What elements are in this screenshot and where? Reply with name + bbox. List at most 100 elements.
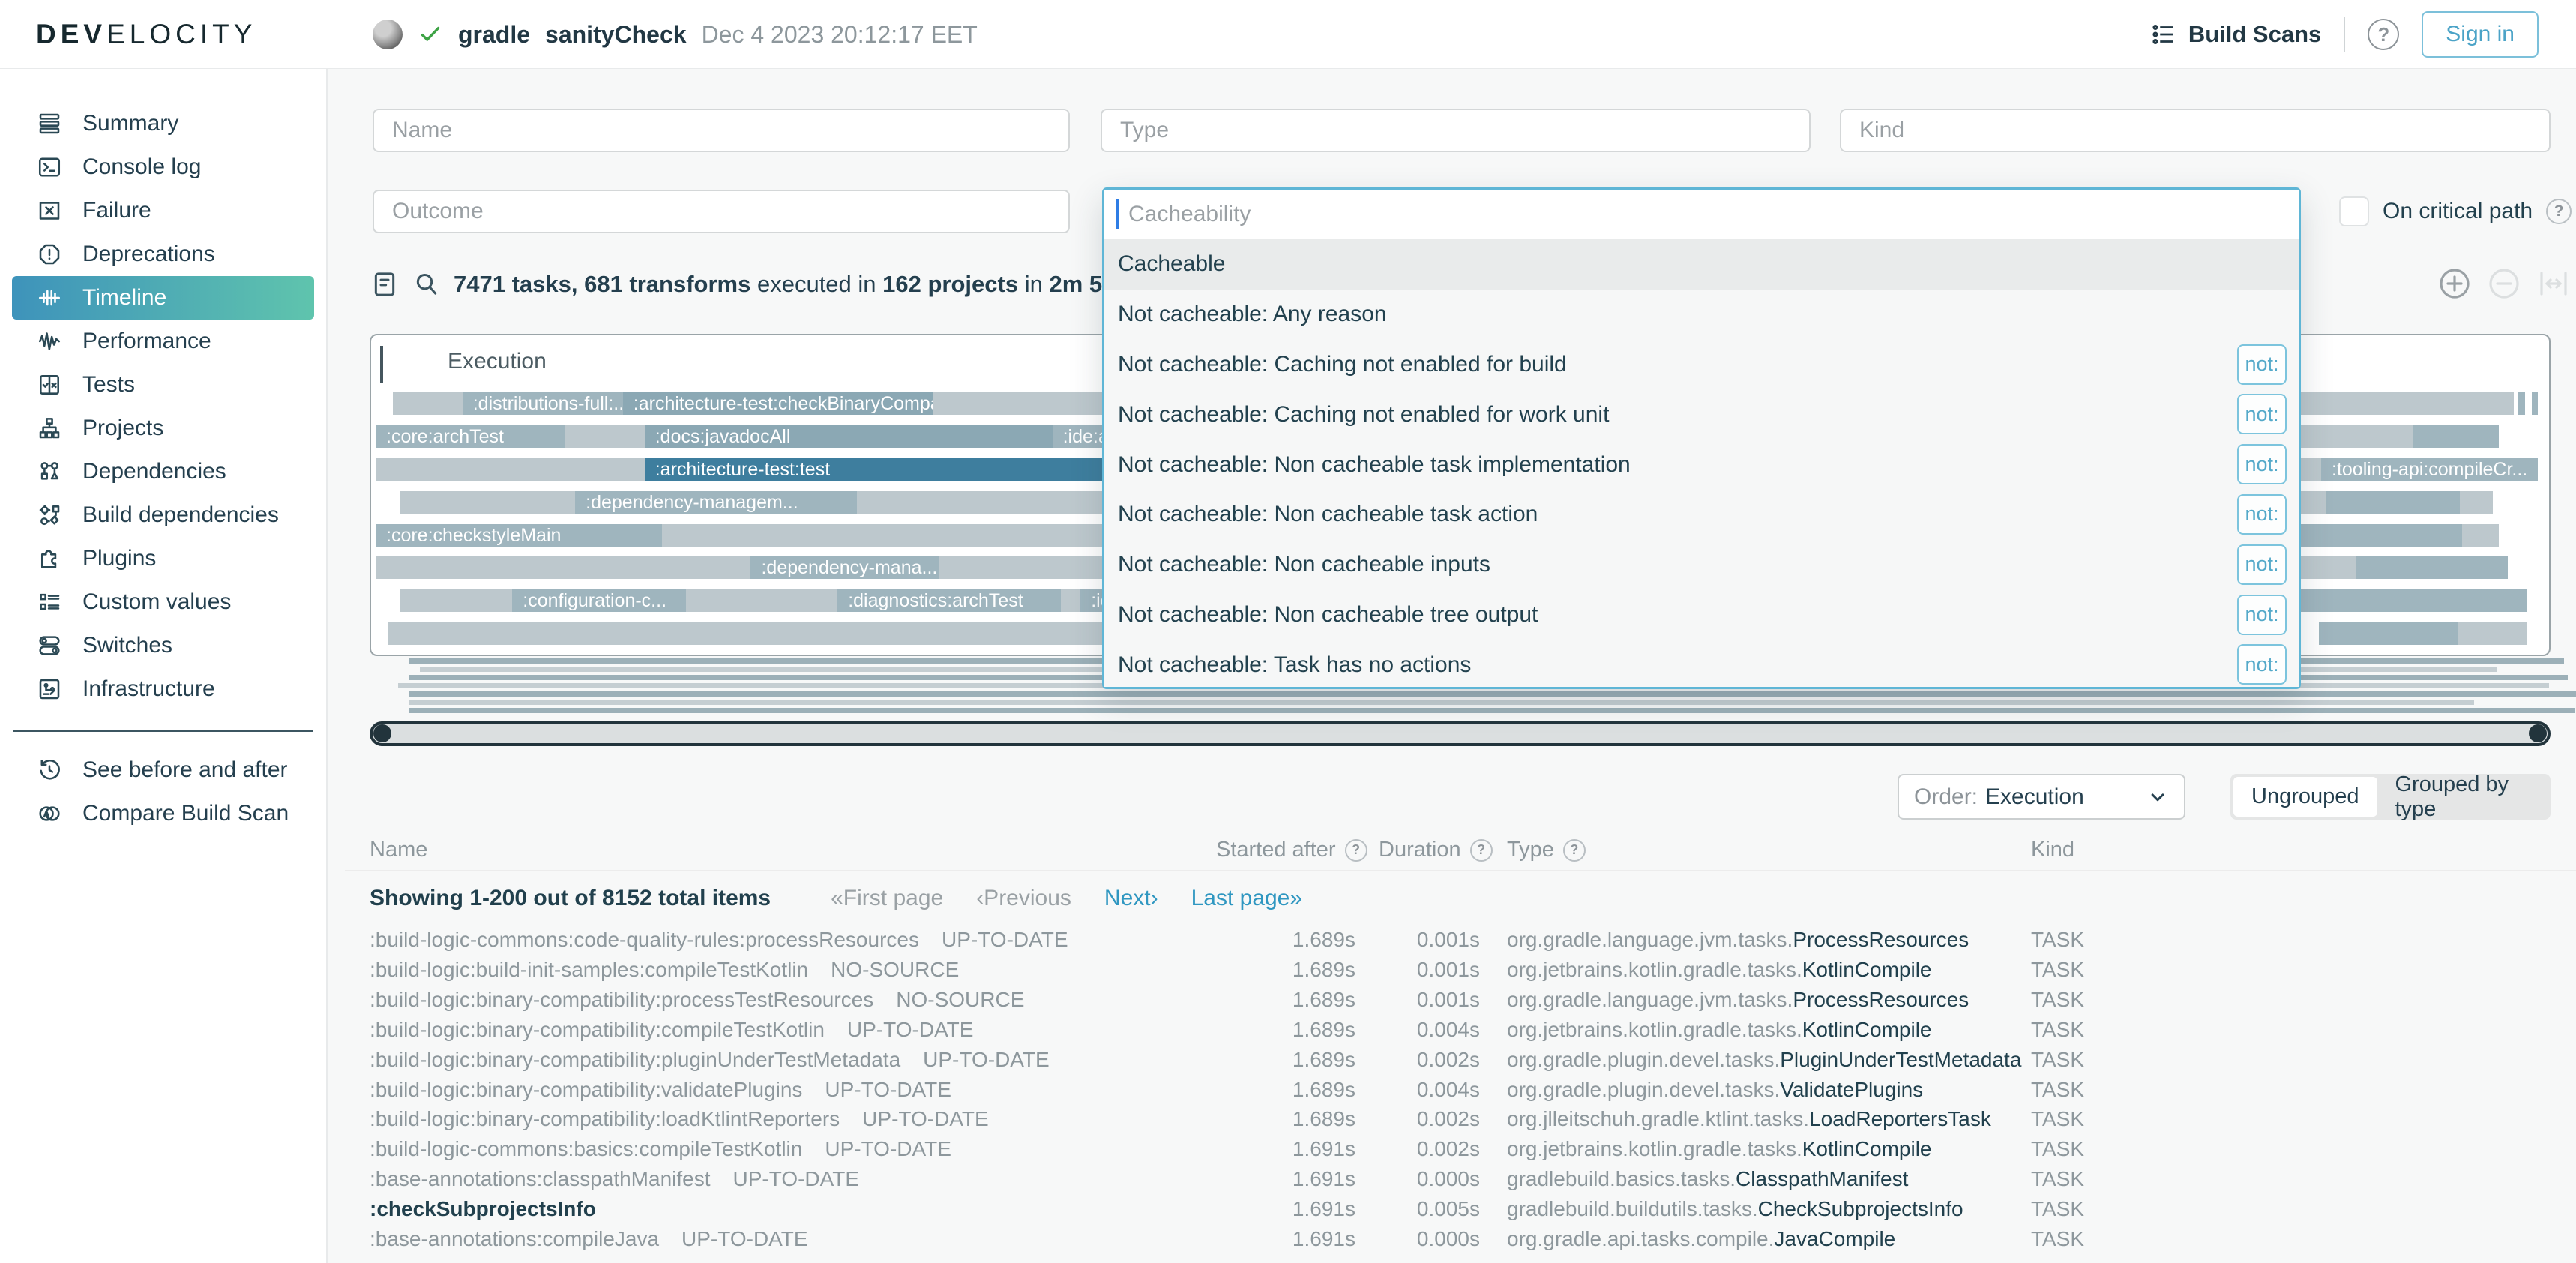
cacheability-option[interactable]: Not cacheable: Task has no actionsnot: — [1104, 640, 2299, 690]
table-row[interactable]: :base-annotations:compileJavaUP-TO-DATE1… — [0, 1224, 2576, 1254]
not-filter-button[interactable]: not: — [2237, 394, 2287, 434]
sidebar-item-timeline[interactable]: Timeline — [12, 276, 314, 320]
timeline-bar-segment[interactable] — [1061, 590, 1080, 612]
sidebar-action-see-before-and-after[interactable]: See before and after — [0, 748, 326, 792]
critical-path-help-icon[interactable]: ? — [2546, 199, 2572, 224]
table-row[interactable]: :build-logic:build-init-samples:compileT… — [0, 955, 2576, 985]
timeline-task-bar[interactable]: :dependency-mana... — [750, 556, 939, 579]
table-row[interactable]: :build-logic:binary-compatibility:valida… — [0, 1075, 2576, 1105]
timeline-task-bar[interactable]: :dependency-managem... — [575, 491, 857, 514]
build-scans-button[interactable]: Build Scans — [2149, 20, 2321, 49]
sign-in-button[interactable]: Sign in — [2422, 11, 2539, 58]
first-page-link[interactable]: «First page — [831, 886, 943, 911]
grouped-by-type-tab[interactable]: Grouped by type — [2377, 777, 2548, 817]
timeline-bar-segment[interactable] — [565, 425, 645, 448]
last-page-link[interactable]: Last page» — [1191, 886, 1302, 911]
timeline-task-bar[interactable]: :architecture-test:checkBinaryCompati... — [623, 392, 933, 415]
sidebar-item-infrastructure[interactable]: Infrastructure — [0, 668, 326, 711]
help-icon[interactable]: ? — [2368, 19, 2399, 50]
scrollbar-left-handle[interactable] — [373, 724, 391, 742]
timeline-task-bar[interactable]: :ide- — [1080, 590, 1102, 612]
timeline-bar-segment[interactable] — [2319, 622, 2458, 645]
sidebar-item-deprecations[interactable]: Deprecations — [0, 232, 326, 276]
table-row[interactable]: :build-logic:binary-compatibility:compil… — [0, 1015, 2576, 1045]
table-row[interactable]: :build-logic-commons:basics:compileTestK… — [0, 1134, 2576, 1164]
table-row[interactable]: :build-logic:binary-compatibility:proces… — [0, 985, 2576, 1015]
on-critical-path-checkbox[interactable] — [2339, 196, 2369, 226]
started-after-help-icon[interactable]: ? — [1345, 839, 1367, 862]
sidebar-item-tests[interactable]: Tests — [0, 363, 326, 406]
timeline-bar-segment[interactable] — [2460, 491, 2492, 514]
sidebar-item-plugins[interactable]: Plugins — [0, 537, 326, 580]
timeline-bar-segment[interactable] — [376, 556, 750, 579]
not-filter-button[interactable]: not: — [2237, 344, 2287, 385]
sidebar-item-performance[interactable]: Performance — [0, 320, 326, 363]
cacheability-option[interactable]: Cacheable — [1104, 239, 2299, 290]
cacheability-option[interactable]: Not cacheable: Non cacheable inputsnot: — [1104, 540, 2299, 590]
cacheability-option[interactable]: Not cacheable: Caching not enabled for b… — [1104, 340, 2299, 390]
not-filter-button[interactable]: not: — [2237, 644, 2287, 685]
table-row[interactable]: :build-logic:binary-compatibility:loadKt… — [0, 1104, 2576, 1134]
timeline-task-bar[interactable]: :tooling-api:compileCr... — [2321, 458, 2538, 481]
table-row[interactable]: :checkSubprojectsInfo1.691s0.005sgradleb… — [0, 1194, 2576, 1224]
filter-type-input[interactable] — [1101, 109, 1811, 152]
timeline-bar-segment[interactable] — [400, 491, 575, 514]
table-row[interactable]: :build-logic:binary-compatibility:plugin… — [0, 1045, 2576, 1075]
timeline-task-bar[interactable]: :docs:javadocAll — [645, 425, 1053, 448]
sidebar-item-build-dependencies[interactable]: Build dependencies — [0, 494, 326, 537]
sidebar-item-custom-values[interactable]: Custom values — [0, 580, 326, 624]
timeline-task-bar[interactable]: :architecture-test:test — [645, 458, 1102, 481]
cacheability-option[interactable]: Not cacheable: Caching not enabled for w… — [1104, 389, 2299, 440]
sidebar-item-console-log[interactable]: Console log — [0, 146, 326, 189]
zoom-in-icon[interactable] — [2437, 266, 2473, 302]
table-row[interactable]: :build-logic-commons:code-quality-rules:… — [0, 925, 2576, 955]
timeline-task-bar[interactable]: :core:checkstyleMain — [376, 524, 662, 547]
timeline-task-bar[interactable]: :ide:arc — [1053, 425, 1103, 448]
timeline-task-bar[interactable]: :diagnostics:archTest — [837, 590, 1061, 612]
timeline-bar-segment[interactable] — [393, 392, 463, 415]
timeline-bar-segment[interactable] — [2413, 425, 2500, 448]
cacheability-option[interactable]: Not cacheable: Non cacheable task implem… — [1104, 440, 2299, 490]
timeline-bar-segment[interactable] — [376, 458, 645, 481]
cacheability-option[interactable]: Not cacheable: Non cacheable tree output… — [1104, 590, 2299, 640]
next-page-link[interactable]: Next› — [1104, 886, 1158, 911]
timeline-task-bar[interactable]: :core:archTest — [376, 425, 565, 448]
timeline-bar-segment[interactable] — [2532, 392, 2539, 415]
duration-help-icon[interactable]: ? — [1470, 839, 1493, 862]
sidebar-item-switches[interactable]: Switches — [0, 624, 326, 668]
filter-name-input[interactable] — [373, 109, 1070, 152]
timeline-bar-segment[interactable] — [2458, 622, 2527, 645]
sidebar-item-summary[interactable]: Summary — [0, 102, 326, 146]
filter-kind-input[interactable] — [1840, 109, 2551, 152]
timeline-bar-segment[interactable] — [2518, 392, 2525, 415]
timeline-bar-segment[interactable] — [686, 590, 838, 612]
order-select[interactable]: Order: Execution — [1898, 774, 2185, 820]
filter-outcome-input[interactable] — [373, 190, 1070, 233]
not-filter-button[interactable]: not: — [2237, 494, 2287, 535]
not-filter-button[interactable]: not: — [2237, 544, 2287, 585]
timeline-bar-segment[interactable] — [400, 590, 512, 612]
table-row[interactable]: :base-annotations:classpathManifestUP-TO… — [0, 1164, 2576, 1194]
timeline-bar-segment[interactable] — [2326, 491, 2460, 514]
timeline-bar-segment[interactable] — [2297, 590, 2527, 612]
cacheability-option[interactable]: Not cacheable: Any reason — [1104, 290, 2299, 340]
timeline-task-bar[interactable]: :configuration-c... — [512, 590, 685, 612]
cacheability-input[interactable]: Cacheability — [1104, 190, 2299, 239]
timeline-scrollbar[interactable] — [370, 722, 2551, 746]
zoom-fit-icon[interactable] — [2536, 266, 2572, 302]
timeline-bar-segment[interactable] — [2356, 556, 2508, 579]
sidebar-action-compare-build-scan[interactable]: Compare Build Scan — [0, 792, 326, 836]
sidebar-item-dependencies[interactable]: Dependencies — [0, 450, 326, 494]
previous-page-link[interactable]: ‹Previous — [976, 886, 1071, 911]
timeline-task-bar[interactable]: :distributions-full:... — [463, 392, 623, 415]
ungrouped-tab[interactable]: Ungrouped — [2233, 777, 2377, 817]
not-filter-button[interactable]: not: — [2237, 444, 2287, 484]
timeline-bar-segment[interactable] — [2297, 524, 2462, 547]
zoom-out-icon[interactable] — [2486, 266, 2522, 302]
cacheability-option[interactable]: Not cacheable: Non cacheable task action… — [1104, 490, 2299, 540]
sidebar-item-projects[interactable]: Projects — [0, 406, 326, 450]
sidebar-item-failure[interactable]: Failure — [0, 189, 326, 232]
scrollbar-right-handle[interactable] — [2529, 724, 2547, 742]
not-filter-button[interactable]: not: — [2237, 595, 2287, 635]
timeline-bar-segment[interactable] — [2462, 524, 2499, 547]
